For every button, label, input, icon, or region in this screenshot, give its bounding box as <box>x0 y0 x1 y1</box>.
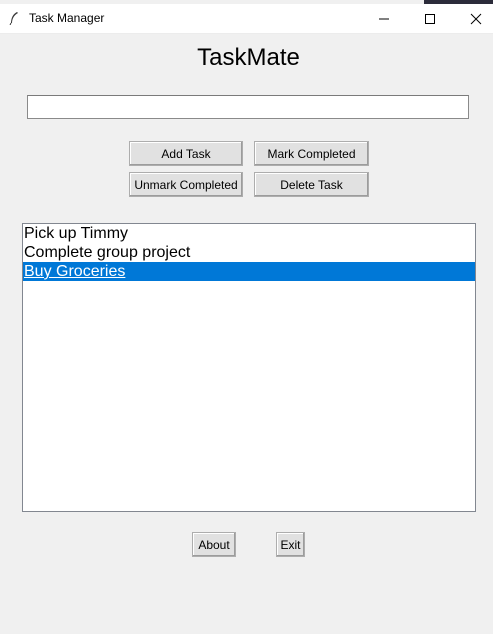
task-text: Buy Groceries <box>24 263 126 280</box>
unmark-completed-button[interactable]: Unmark Completed <box>129 172 243 197</box>
window-title: Task Manager <box>29 11 105 25</box>
task-list-item-selected[interactable]: Buy Groceries <box>23 262 475 281</box>
minimize-button[interactable] <box>361 4 407 33</box>
close-icon <box>470 13 482 25</box>
mark-completed-button[interactable]: Mark Completed <box>254 141 369 166</box>
task-list[interactable]: Pick up Timmy Complete group project Buy… <box>22 223 476 512</box>
window-titlebar[interactable]: Task Manager <box>0 4 493 34</box>
app-heading: TaskMate <box>197 44 300 71</box>
task-list-item[interactable]: Pick up Timmy <box>23 224 475 243</box>
task-input[interactable] <box>27 95 469 119</box>
feather-icon <box>8 11 20 26</box>
exit-button[interactable]: Exit <box>276 532 305 557</box>
add-task-button[interactable]: Add Task <box>129 141 243 166</box>
maximize-button[interactable] <box>407 4 453 33</box>
minimize-icon <box>379 18 389 20</box>
delete-task-button[interactable]: Delete Task <box>254 172 369 197</box>
task-text: Pick up Timmy <box>24 225 129 242</box>
task-text: Complete group project <box>24 244 191 261</box>
close-button[interactable] <box>453 4 493 33</box>
about-button[interactable]: About <box>192 532 236 557</box>
maximize-icon <box>425 14 435 24</box>
task-list-item[interactable]: Complete group project <box>23 243 475 262</box>
